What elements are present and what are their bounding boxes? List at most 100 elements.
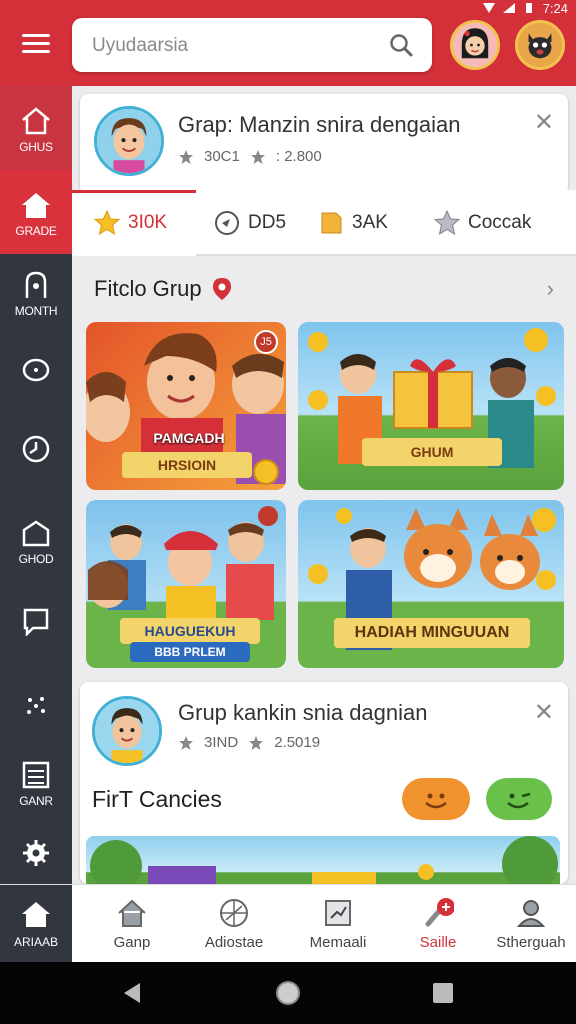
sidebar-item-label: GHOD — [18, 552, 54, 566]
sidebar-item-label: MONTH — [14, 304, 58, 318]
sparkle-icon — [27, 697, 45, 714]
card-title: Grap: Manzin snira dengaian — [178, 112, 461, 137]
sidebar-item-message[interactable] — [0, 606, 72, 636]
search-input[interactable]: Uyudaarsia — [72, 18, 432, 72]
nav-label: Ganp — [113, 933, 151, 951]
back-icon[interactable] — [120, 981, 144, 1005]
status-bar: 7:24 — [482, 0, 568, 16]
status-time: 7:24 — [542, 0, 568, 16]
star-icon — [94, 210, 120, 236]
section-title-text: Fitclo Grup — [94, 276, 202, 301]
avatar[interactable] — [450, 20, 500, 70]
tab-label: 3AK — [352, 212, 388, 233]
recents-icon[interactable] — [432, 982, 454, 1004]
banner-image — [86, 836, 560, 884]
tab-label: Coccak — [468, 212, 532, 233]
boy-avatar-icon — [95, 699, 159, 763]
sidebar-item-settings[interactable] — [0, 838, 72, 868]
tab-3ak[interactable]: 3AK — [318, 190, 388, 256]
sidebar-item-month[interactable]: MONTH — [0, 270, 72, 318]
compass-icon — [215, 211, 239, 235]
nav-home[interactable]: ARIAAB — [0, 885, 72, 963]
star-icon — [179, 149, 193, 164]
tab-coccak[interactable]: Coccak — [434, 190, 531, 256]
sidebar-item-sparkle[interactable] — [0, 690, 72, 720]
sidebar-item-grade[interactable]: GRADE — [0, 190, 72, 238]
nav-adiostae[interactable]: Adiostae — [184, 885, 284, 963]
nav-label: Stherguah — [496, 933, 566, 951]
nav-ganp[interactable]: Ganp — [82, 885, 182, 963]
tab-label: DD5 — [248, 212, 287, 233]
signal-icon — [502, 3, 515, 13]
badge: J5 — [254, 330, 278, 354]
system-nav-bar — [0, 962, 576, 1024]
profile-icon — [516, 899, 546, 927]
user-icon — [25, 271, 47, 298]
landscape-illustration — [90, 836, 558, 884]
list-icon — [22, 761, 50, 789]
location-pin-icon — [212, 278, 231, 300]
sidebar-item-ghod[interactable]: GHOD — [0, 518, 72, 566]
chart-icon — [325, 899, 351, 926]
tag-icon — [425, 897, 454, 926]
smile-button[interactable] — [402, 778, 470, 820]
promo-tile[interactable]: HADIAH MINGUUAN — [298, 500, 564, 668]
banner-line1: HADIAH MINGUUAN — [334, 618, 530, 648]
dog-avatar-icon — [518, 23, 562, 67]
promo-tile[interactable]: PAMGADH HRSIOIN J5 — [86, 322, 286, 490]
card-title: Grup kankin snia dagnian — [178, 700, 428, 725]
home-icon — [22, 193, 50, 218]
star-icon — [250, 149, 265, 164]
tab-indicator — [72, 190, 196, 193]
stat-count: : 2.800 — [275, 148, 322, 165]
tab-label: 3I0K — [128, 212, 168, 233]
avatar — [92, 696, 162, 766]
battery-icon — [525, 3, 532, 13]
close-icon[interactable]: ✕ — [534, 108, 554, 137]
tab-3iok[interactable]: 3I0K — [94, 190, 167, 256]
banner-line1: PAMGADH — [153, 430, 225, 446]
sidebar-item-label: GHUS — [19, 140, 53, 154]
main-content: Grap: Manzin snira dengaian 30C1 : 2.800… — [72, 86, 576, 884]
sidebar-item-label: GRADE — [15, 224, 57, 238]
search-placeholder: Uyudaarsia — [92, 35, 189, 56]
close-icon[interactable]: ✕ — [534, 698, 554, 727]
sidebar-item-ganr[interactable]: GANR — [0, 760, 72, 808]
banner-line2: BBB PRLEM — [130, 642, 250, 662]
banner-line2: HRSIOIN — [122, 452, 252, 478]
compass-icon — [220, 898, 248, 927]
sidebar-item-chat[interactable] — [0, 356, 72, 386]
chevron-right-icon[interactable]: › — [547, 276, 554, 302]
section-title: Fitclo Grup — [94, 276, 232, 302]
promo-tile[interactable]: GHUM — [298, 322, 564, 490]
promo-tile[interactable]: HAUGUEKUH BBB PRLEM — [86, 500, 286, 668]
banner-line1: GHUM — [362, 438, 502, 466]
home-icon — [22, 902, 50, 927]
divider — [196, 254, 576, 256]
inbox-icon — [22, 520, 50, 547]
wink-face-icon — [507, 792, 531, 809]
nav-memaali[interactable]: Memaali — [288, 885, 388, 963]
nav-stherguah[interactable]: Stherguah — [486, 885, 576, 963]
mascot-avatar[interactable] — [515, 20, 565, 70]
search-icon[interactable] — [388, 32, 414, 58]
stat-rating: 30C1 — [204, 148, 240, 165]
sidebar-item-clock[interactable] — [0, 434, 72, 464]
gear-icon — [23, 840, 49, 866]
card-stats: 3IND 2.5019 — [178, 734, 320, 751]
tab-dd5[interactable]: DD5 — [214, 190, 286, 256]
sidebar-item-ghus[interactable]: GHUS — [0, 106, 72, 154]
girl-avatar-icon — [453, 23, 497, 67]
star-icon — [179, 735, 193, 750]
wink-button[interactable] — [486, 778, 552, 820]
nav-saille[interactable]: Saille — [388, 885, 488, 963]
menu-icon[interactable] — [22, 34, 50, 54]
group-card[interactable]: Grup kankin snia dagnian 3IND 2.5019 ✕ F… — [80, 682, 568, 884]
boy-avatar-icon — [97, 109, 161, 173]
home-outline-icon — [22, 107, 50, 135]
tab-bar: 3I0K DD5 3AK Coccak — [72, 190, 576, 256]
group-card[interactable]: Grap: Manzin snira dengaian 30C1 : 2.800… — [80, 94, 568, 194]
stat-rating: 3IND — [204, 734, 239, 751]
star-outline-icon — [434, 210, 460, 236]
home-circle-icon[interactable] — [275, 980, 301, 1006]
